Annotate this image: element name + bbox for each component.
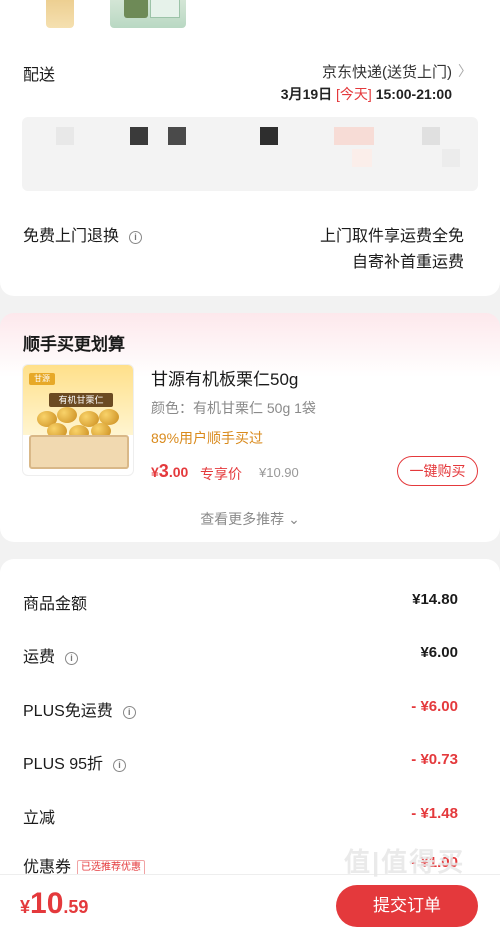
more-recommendations-link[interactable]: 查看更多推荐 ⌄ xyxy=(0,509,500,529)
fee-row-plus-discount: PLUS 95折 i - ¥0.73 xyxy=(23,751,458,773)
delivery-date: 3月19日 xyxy=(280,86,333,102)
product-box-image xyxy=(150,0,180,18)
info-icon[interactable]: i xyxy=(129,231,143,244)
tray xyxy=(29,435,129,469)
submit-order-button[interactable]: 提交订单 xyxy=(336,885,478,927)
product-jar-image xyxy=(124,0,148,18)
product-price: ¥3.00 xyxy=(151,461,189,481)
address-block-pixelated[interactable] xyxy=(22,117,478,191)
fee-row-goods: 商品金额 ¥14.80 xyxy=(23,591,458,613)
delivery-method[interactable]: 京东快递(送货上门) xyxy=(322,61,452,82)
delivery-label: 配送 xyxy=(23,67,56,84)
info-icon[interactable]: i xyxy=(113,759,127,772)
recommend-card: 顺手买更划算 甘源 有机甘栗仁 甘源有机板栗仁50g 颜色：有机甘栗仁 50g … xyxy=(0,313,500,542)
return-desc-line1: 上门取件享运费全免 xyxy=(319,228,464,245)
product-stat: 89%用户顺手买过 xyxy=(151,430,264,446)
fee-row-instant-discount: 立减 - ¥1.48 xyxy=(23,805,458,827)
one-click-buy-button[interactable]: 一键购买 xyxy=(397,456,478,486)
return-service-label: 免费上门退换 i xyxy=(23,222,143,246)
original-price: ¥10.90 xyxy=(259,465,299,480)
order-total: ¥10.59 xyxy=(20,887,89,920)
watermark: 值|值得买 xyxy=(344,847,466,877)
delivery-card: 配送 京东快递(送货上门) 〉 3月19日 [今天] 15:00-21:00 免… xyxy=(0,0,500,296)
product-name[interactable]: 甘源有机板栗仁50g xyxy=(151,365,298,390)
recommend-title: 顺手买更划算 xyxy=(23,335,125,354)
chevron-right-icon[interactable]: 〉 xyxy=(458,61,472,81)
info-icon[interactable]: i xyxy=(65,652,79,665)
fee-row-plus-free-shipping: PLUS免运费 i - ¥6.00 xyxy=(23,698,458,720)
chevron-down-icon: ⌄ xyxy=(284,511,300,527)
product-thumbnail[interactable] xyxy=(110,0,186,28)
product-image[interactable]: 甘源 有机甘栗仁 xyxy=(22,364,134,476)
brand-logo: 甘源 xyxy=(29,373,55,385)
fee-row-shipping: 运费 i ¥6.00 xyxy=(23,644,458,666)
info-icon[interactable]: i xyxy=(122,706,136,719)
delivery-range: 15:00-21:00 xyxy=(375,86,452,102)
product-thumbnail[interactable] xyxy=(46,0,74,28)
price-tag: 专享价 xyxy=(200,466,242,482)
delivery-time[interactable]: 3月19日 [今天] 15:00-21:00 xyxy=(281,84,452,104)
package-label: 有机甘栗仁 xyxy=(49,393,113,407)
product-spec: 颜色：有机甘栗仁 50g 1袋 xyxy=(151,400,316,416)
return-desc-line2: 自寄补首重运费 xyxy=(351,254,464,271)
delivery-today: [今天] xyxy=(336,86,372,102)
checkout-bar: ¥10.59 提交订单 xyxy=(0,874,500,930)
